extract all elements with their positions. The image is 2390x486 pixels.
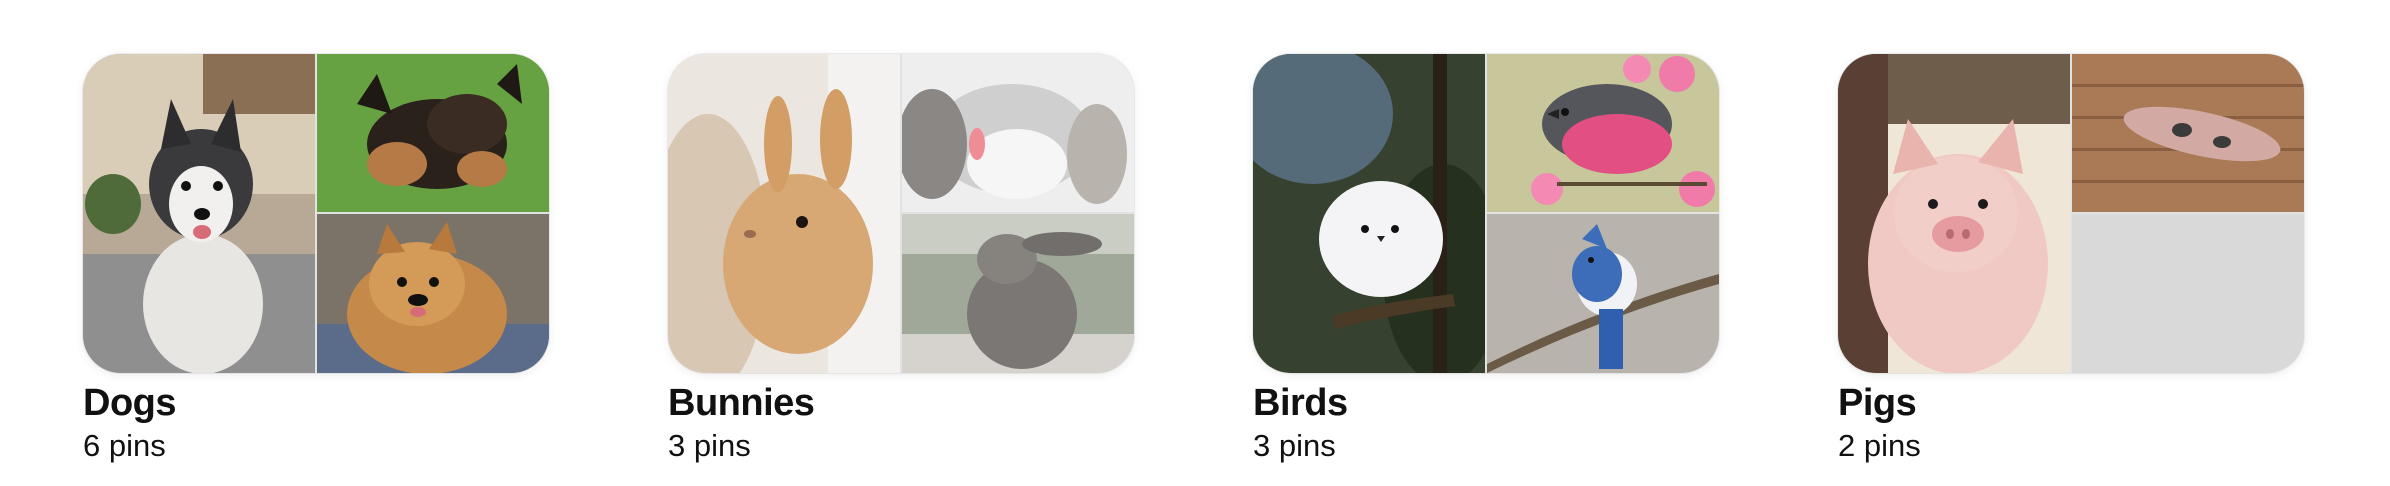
board-pin-count: 3 pins	[668, 428, 751, 463]
board-card-birds[interactable]: Birds 3 pins	[1253, 54, 1719, 465]
board-pin-count: 6 pins	[83, 428, 166, 463]
board-pin-count: 2 pins	[1838, 428, 1921, 463]
grey-bunny-standing-photo	[902, 214, 1134, 373]
board-title[interactable]: Birds	[1253, 381, 1719, 425]
board-card-pigs[interactable]: Pigs 2 pins	[1838, 54, 2304, 465]
empty-cover-slot	[2072, 214, 2304, 373]
board-title[interactable]: Bunnies	[668, 381, 1134, 425]
tan-bunny-photo	[668, 54, 900, 373]
boards-grid: Dogs 6 pins Bunnies 3 pins Birds 3 pins …	[0, 0, 2390, 486]
board-title[interactable]: Pigs	[1838, 381, 2304, 425]
piglet-on-deck-photo	[2072, 54, 2304, 212]
white-fluffy-bird-photo	[1253, 54, 1485, 373]
board-card-bunnies[interactable]: Bunnies 3 pins	[668, 54, 1134, 465]
blue-jay-on-branch-photo	[1487, 214, 1719, 373]
pomeranian-photo	[317, 214, 549, 373]
lop-bunny-tongue-photo	[902, 54, 1134, 212]
board-pin-count: 3 pins	[1253, 428, 1336, 463]
board-cover[interactable]	[1838, 54, 2304, 373]
piglet-closeup-photo	[1838, 54, 2070, 373]
board-cover[interactable]	[1253, 54, 1719, 373]
german-shepherd-puppy-photo	[317, 54, 549, 212]
pink-robin-on-flowers-photo	[1487, 54, 1719, 212]
board-cover[interactable]	[668, 54, 1134, 373]
board-cover[interactable]	[83, 54, 549, 373]
board-card-dogs[interactable]: Dogs 6 pins	[83, 54, 549, 465]
husky-puppy-photo	[83, 54, 315, 373]
board-title[interactable]: Dogs	[83, 381, 549, 425]
